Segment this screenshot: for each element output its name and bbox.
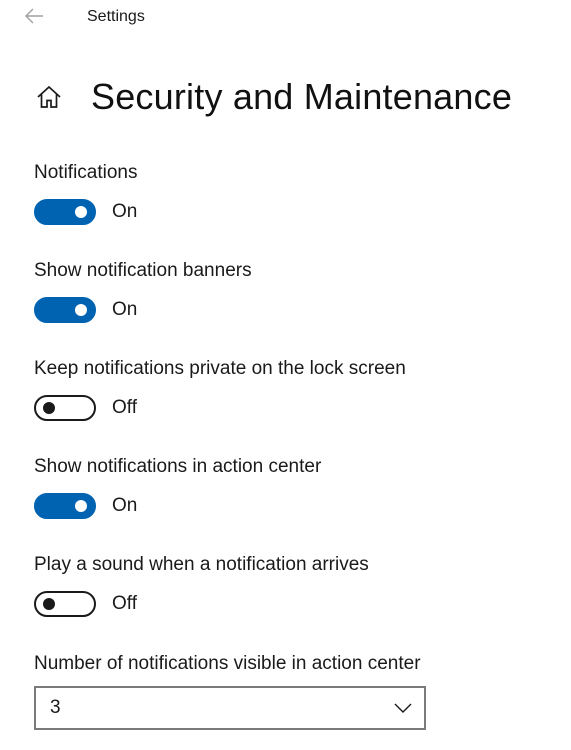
setting-label: Notifications bbox=[34, 162, 138, 183]
toggle-knob bbox=[43, 402, 55, 414]
home-icon[interactable] bbox=[34, 82, 64, 112]
notification-banners-toggle[interactable] bbox=[34, 297, 96, 323]
setting-label: Play a sound when a notification arrives bbox=[34, 554, 369, 575]
page-header: Security and Maintenance bbox=[34, 72, 512, 122]
setting-notification-count: Number of notifications visible in actio… bbox=[34, 652, 426, 730]
play-sound-toggle[interactable] bbox=[34, 591, 96, 617]
toggle-state-label: On bbox=[112, 495, 138, 516]
back-arrow-icon bbox=[24, 8, 44, 29]
setting-notification-banners: Show notification banners On bbox=[34, 259, 252, 323]
toggle-knob bbox=[75, 304, 87, 316]
action-center-toggle[interactable] bbox=[34, 493, 96, 519]
toggle-row: On bbox=[34, 493, 321, 519]
toggle-state-label: On bbox=[112, 299, 138, 320]
setting-label: Keep notifications private on the lock s… bbox=[34, 358, 406, 379]
setting-notifications: Notifications On bbox=[34, 161, 138, 225]
settings-window: Settings Security and Maintenance Notifi… bbox=[0, 0, 571, 750]
dropdown-value: 3 bbox=[50, 697, 61, 718]
toggle-row: On bbox=[34, 297, 252, 323]
toggle-knob bbox=[75, 500, 87, 512]
toggle-state-label: On bbox=[112, 201, 138, 222]
setting-label: Show notifications in action center bbox=[34, 456, 322, 477]
page-title: Security and Maintenance bbox=[91, 76, 513, 117]
toggle-knob bbox=[75, 206, 87, 218]
title-bar: Settings bbox=[0, 0, 571, 38]
setting-play-sound: Play a sound when a notification arrives… bbox=[34, 553, 369, 617]
toggle-state-label: Off bbox=[112, 593, 137, 614]
notification-count-dropdown[interactable]: 3 bbox=[34, 686, 426, 730]
chevron-down-icon bbox=[394, 703, 412, 713]
notifications-toggle[interactable] bbox=[34, 199, 96, 225]
toggle-knob bbox=[43, 598, 55, 610]
app-title: Settings bbox=[87, 8, 145, 25]
setting-action-center: Show notifications in action center On bbox=[34, 455, 321, 519]
setting-lock-screen-private: Keep notifications private on the lock s… bbox=[34, 357, 406, 421]
toggle-state-label: Off bbox=[112, 397, 137, 418]
toggle-row: Off bbox=[34, 591, 369, 617]
toggle-row: Off bbox=[34, 395, 406, 421]
setting-label: Show notification banners bbox=[34, 260, 252, 281]
lock-screen-private-toggle[interactable] bbox=[34, 395, 96, 421]
toggle-row: On bbox=[34, 199, 138, 225]
back-button[interactable] bbox=[18, 4, 50, 32]
setting-label: Number of notifications visible in actio… bbox=[34, 653, 421, 674]
